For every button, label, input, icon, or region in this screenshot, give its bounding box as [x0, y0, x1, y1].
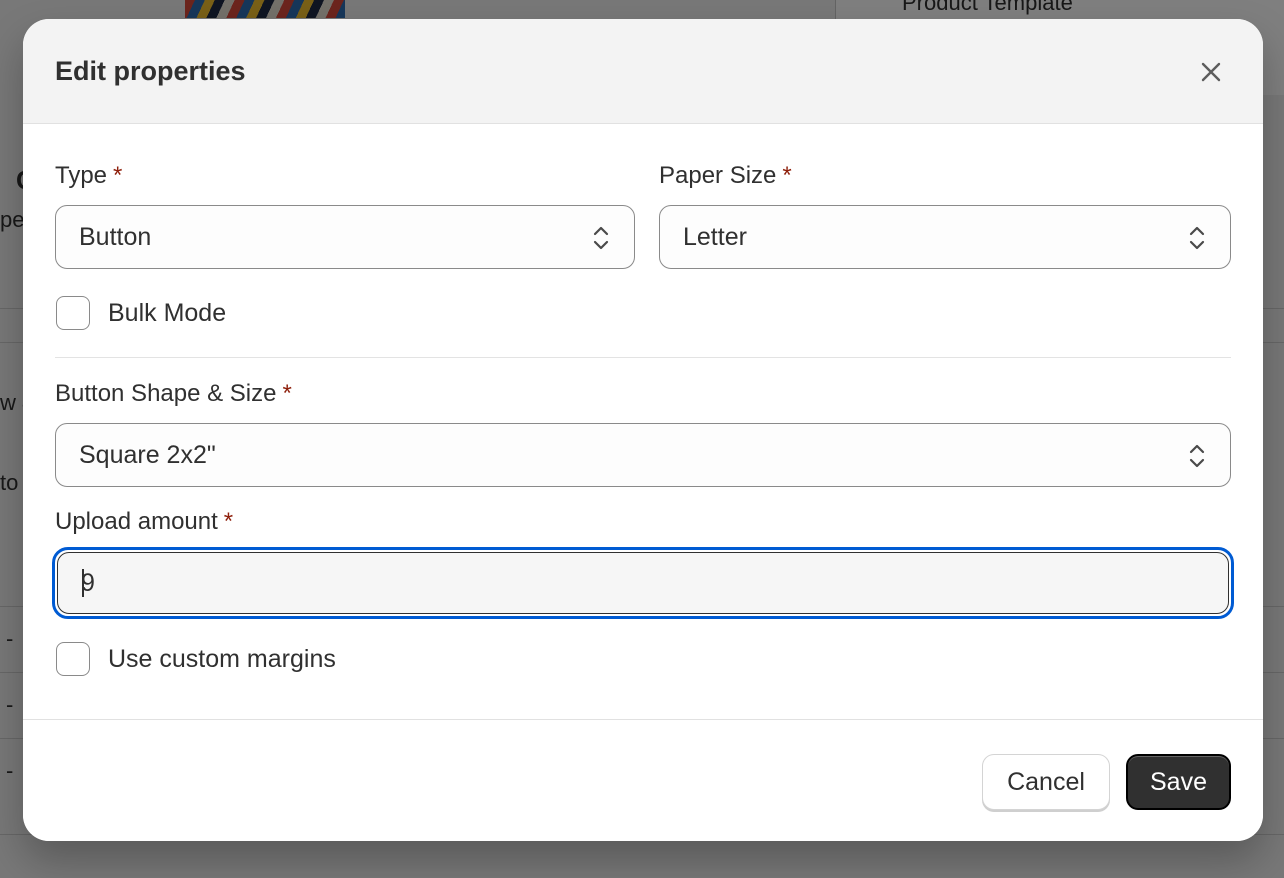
section-divider — [55, 357, 1231, 358]
bulk-mode-label: Bulk Mode — [108, 298, 227, 327]
required-indicator: * — [223, 508, 234, 535]
select-chevron-icon — [1189, 226, 1205, 250]
upload-amount-input[interactable]: 9 — [52, 547, 1234, 619]
custom-margins-label: Use custom margins — [108, 644, 336, 673]
upload-amount-field[interactable]: 9 — [57, 552, 1229, 614]
close-button[interactable] — [1191, 52, 1231, 92]
type-label: Type * — [55, 162, 122, 190]
upload-amount-label-text: Upload amount — [55, 508, 218, 535]
paper-size-select-value: Letter — [683, 222, 747, 251]
bulk-mode-option[interactable]: Bulk Mode — [56, 296, 226, 330]
bulk-mode-checkbox[interactable] — [56, 296, 90, 330]
button-shape-size-select-value: Square 2x2" — [79, 440, 216, 469]
button-shape-size-label: Button Shape & Size * — [55, 380, 292, 408]
select-chevron-icon — [1189, 444, 1205, 468]
type-label-text: Type — [55, 162, 108, 189]
required-indicator: * — [782, 162, 792, 189]
required-indicator: * — [282, 380, 292, 407]
custom-margins-option[interactable]: Use custom margins — [56, 642, 336, 676]
text-caret — [82, 569, 84, 597]
required-indicator: * — [113, 162, 123, 189]
modal-title: Edit properties — [55, 56, 246, 86]
upload-amount-label: Upload amount * — [55, 508, 233, 536]
type-select[interactable]: Button — [55, 205, 635, 269]
cancel-button[interactable]: Cancel — [982, 754, 1110, 810]
modal-header: Edit properties — [23, 19, 1263, 124]
button-shape-size-select[interactable]: Square 2x2" — [55, 423, 1231, 487]
select-chevron-icon — [593, 226, 609, 250]
type-select-value: Button — [79, 222, 152, 251]
save-button[interactable]: Save — [1126, 754, 1231, 810]
paper-size-select[interactable]: Letter — [659, 205, 1231, 269]
custom-margins-checkbox[interactable] — [56, 642, 90, 676]
paper-size-label: Paper Size * — [659, 162, 792, 190]
paper-size-label-text: Paper Size — [659, 162, 777, 189]
edit-properties-modal: Edit properties Type * Button Paper Size *… — [23, 19, 1263, 841]
button-shape-size-label-text: Button Shape & Size — [55, 380, 277, 407]
close-icon — [1201, 62, 1221, 82]
modal-footer: Cancel Save — [23, 719, 1263, 841]
